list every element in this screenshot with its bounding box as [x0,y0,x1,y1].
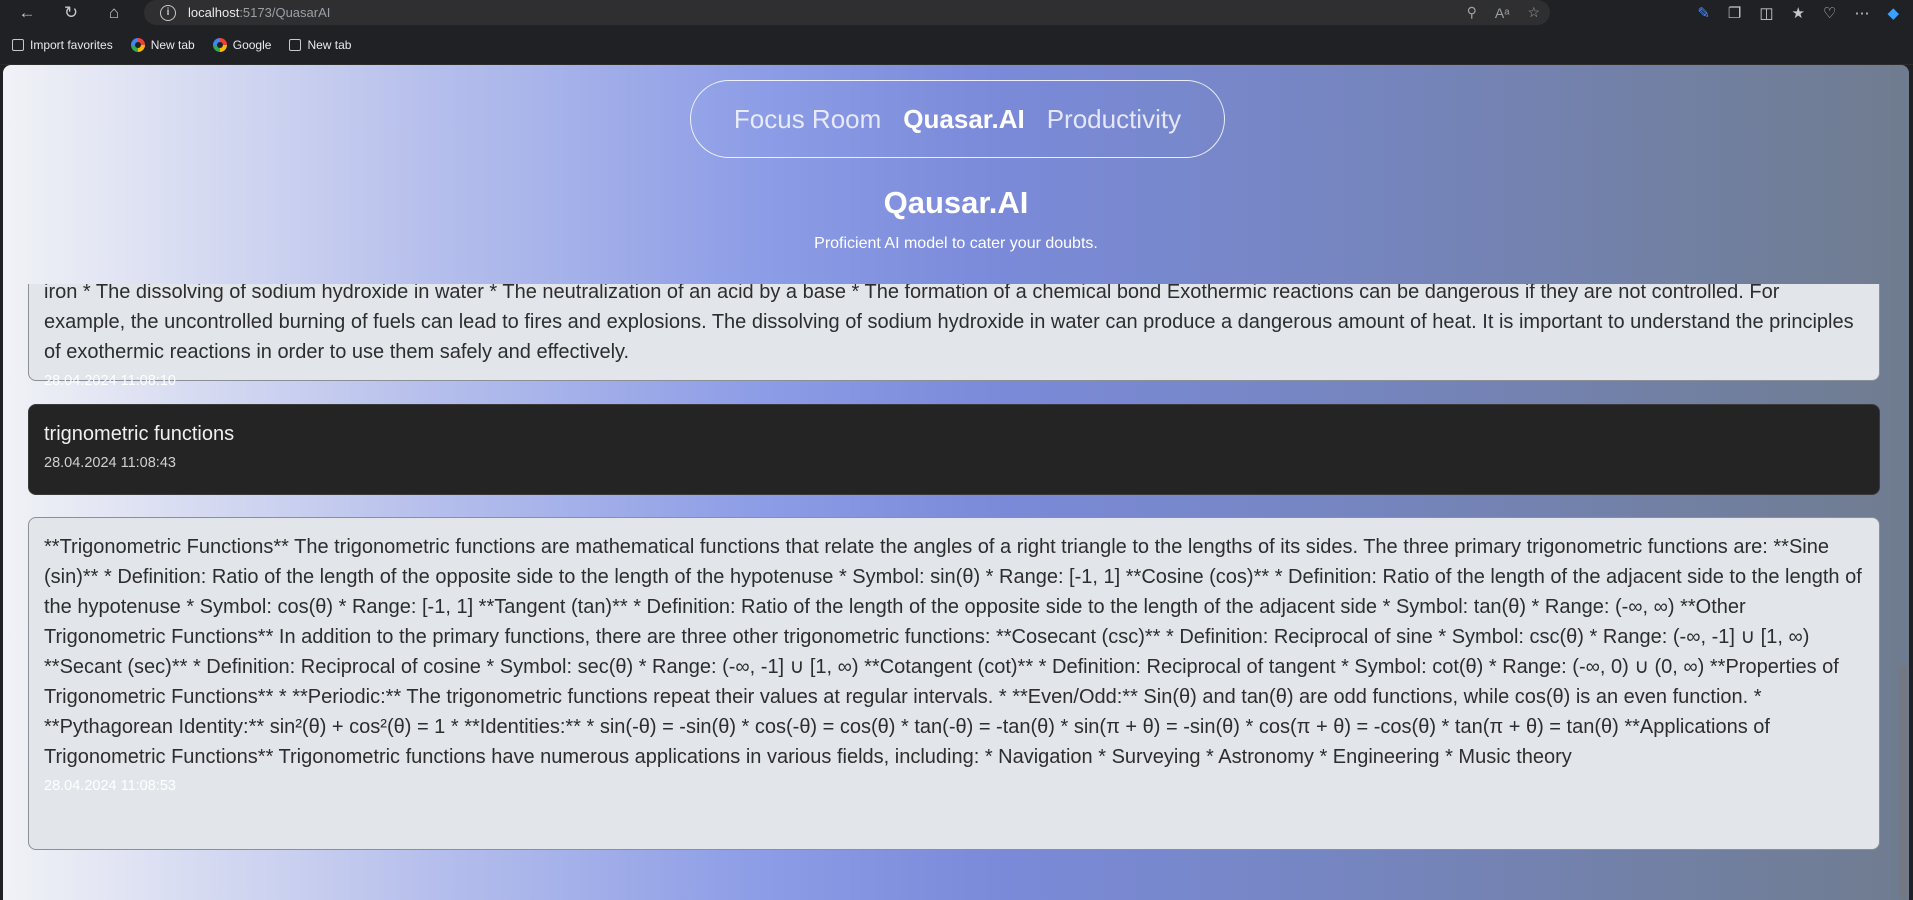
zoom-icon[interactable]: ⚲ [1467,4,1477,21]
bookmark-new-tab[interactable]: New tab [130,37,195,52]
page: Focus Room Quasar.AI Productivity Qausar… [3,65,1909,900]
bookmark-label: Import favorites [30,37,113,52]
bookmark-import-favorites[interactable]: Import favorites [12,38,113,52]
copilot-icon[interactable]: ◆ [1887,4,1899,22]
page-icon [289,38,302,51]
split-screen-icon[interactable]: ◫ [1759,4,1773,22]
ai-message: **Trigonometric Functions** The trigonom… [28,517,1880,850]
page-scrollbar[interactable] [1899,665,1907,900]
address-bar[interactable]: i localhost:5173/QuasarAI ⚲ Aᵃ ☆ [144,0,1550,25]
url-path: :5173/QuasarAI [239,5,331,20]
bookmark-google[interactable]: Google [212,37,272,52]
bookmarks-bar: Import favorites New tab Google New tab [0,25,1913,65]
page-subtitle: Proficient AI model to cater your doubts… [814,235,1098,252]
site-info-icon[interactable]: i [160,4,176,21]
read-aloud-icon[interactable]: Aᵃ [1495,5,1510,21]
message-timestamp: 28.04.2024 11:08:53 [44,778,176,794]
import-icon [12,38,24,51]
favorite-star-icon[interactable]: ☆ [1527,4,1540,21]
nav-focus-room[interactable]: Focus Room [734,104,881,135]
url-text[interactable]: localhost:5173/QuasarAI [188,5,330,20]
back-icon[interactable]: ← [14,0,40,25]
message-timestamp: 28.04.2024 11:08:10 [44,373,176,389]
top-nav: Focus Room Quasar.AI Productivity [690,80,1225,158]
nav-productivity[interactable]: Productivity [1047,104,1181,135]
browser-essentials-icon[interactable]: ♡ [1823,4,1836,22]
message-timestamp: 28.04.2024 11:08:43 [44,455,176,471]
nav-quasar-ai[interactable]: Quasar.AI [903,104,1024,135]
bookmark-label: New tab [150,37,195,52]
browser-toolbar: ← ↻ ⌂ i localhost:5173/QuasarAI ⚲ Aᵃ ☆ ✎… [0,0,1913,25]
google-icon [130,37,145,52]
favorites-icon[interactable]: ★ [1792,4,1805,22]
home-icon[interactable]: ⌂ [101,0,127,25]
bookmark-label: Google [232,37,272,52]
message-text: **Trigonometric Functions** The trigonom… [44,536,1862,768]
bookmark-new-tab-2[interactable]: New tab [289,38,351,52]
bookmark-label: New tab [307,37,352,52]
message-text: iron * The dissolving of sodium hydroxid… [44,284,1854,363]
user-message: trignometric functions 28.04.2024 11:08:… [28,404,1880,495]
page-title: Qausar.AI [883,185,1029,220]
refresh-icon[interactable]: ↻ [58,0,84,25]
google-icon [212,37,227,52]
message-text: trignometric functions [44,423,235,445]
header: Focus Room Quasar.AI Productivity Qausar… [3,65,1909,284]
chat-log[interactable]: iron * The dissolving of sodium hydroxid… [3,284,1909,900]
extension-pen-icon[interactable]: ✎ [1697,4,1710,22]
extensions-icon[interactable]: ❐ [1728,4,1741,22]
ai-message: iron * The dissolving of sodium hydroxid… [28,284,1880,389]
url-host: localhost [188,5,240,20]
more-menu-icon[interactable]: ⋯ [1854,4,1869,22]
